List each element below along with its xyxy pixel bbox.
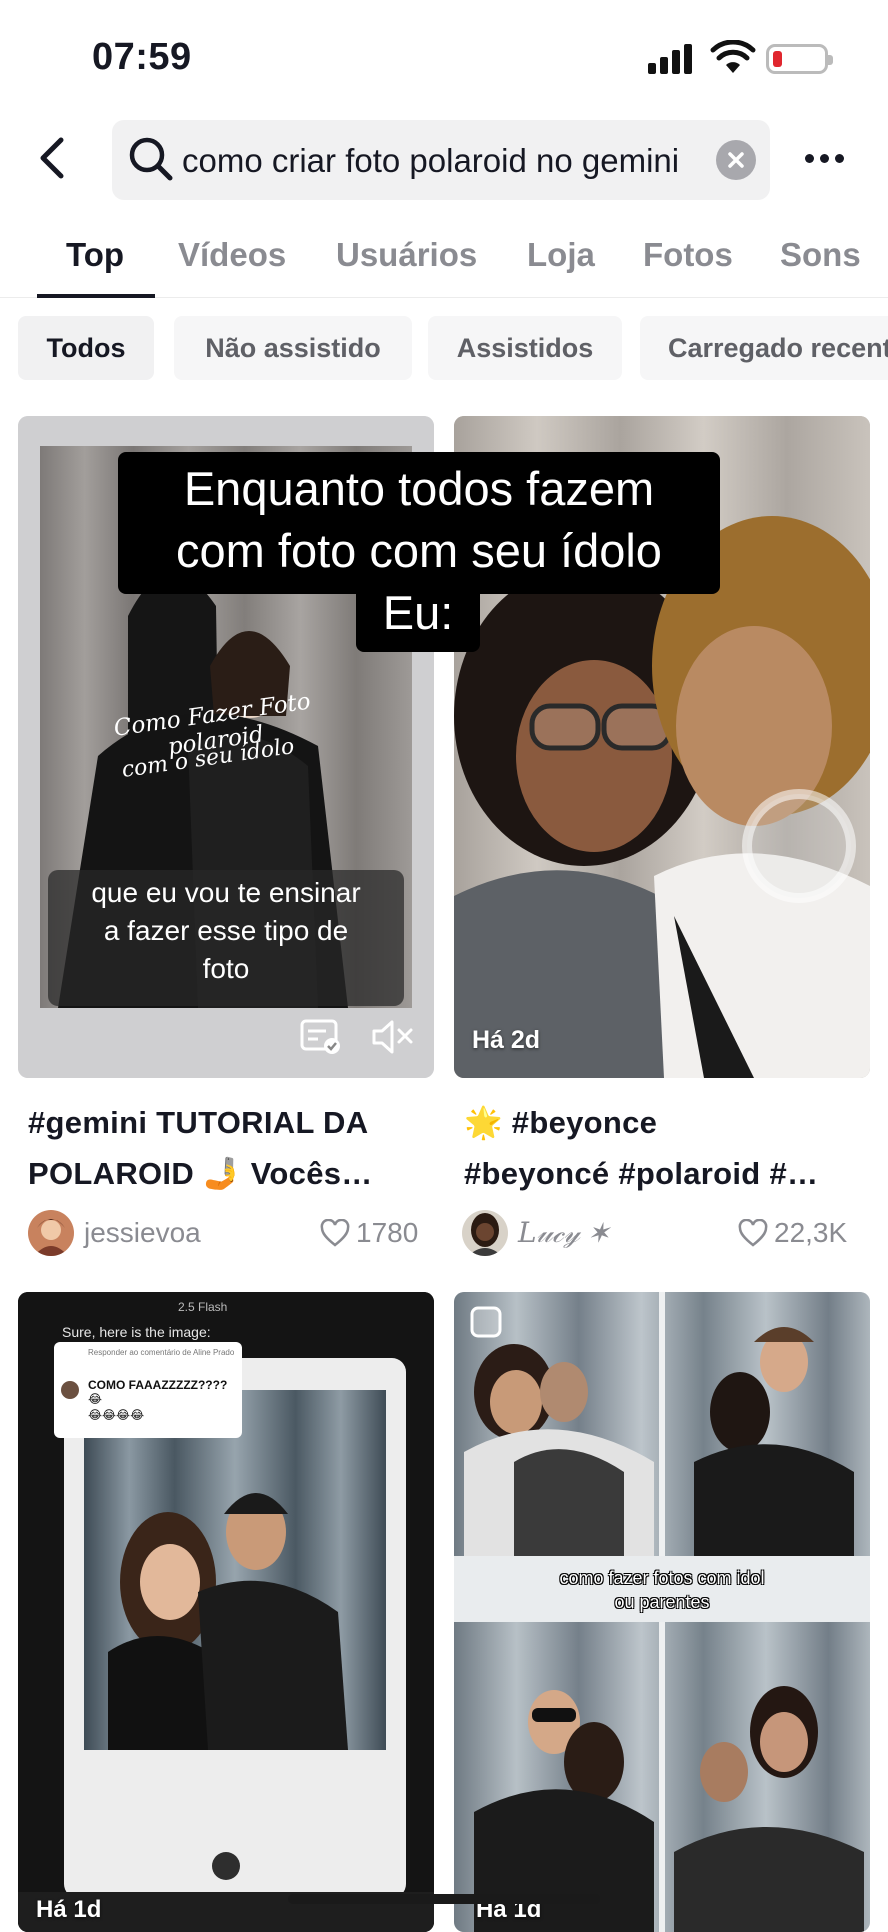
reply-text: COMO FAAAZZZZZ???? 😂 bbox=[88, 1378, 228, 1406]
time-ago: Há 2d bbox=[472, 1026, 541, 1054]
chip-watched[interactable]: Assistidos bbox=[428, 316, 622, 380]
author-name: 𝐿𝓊𝒸𝓎 ✶ bbox=[518, 1216, 609, 1249]
video-caption: como fazer fotos com idol bbox=[559, 1568, 765, 1588]
tab-users[interactable]: Usuários bbox=[336, 236, 477, 274]
dot-icon bbox=[819, 153, 829, 163]
like-count: 1780 bbox=[320, 1217, 418, 1249]
signal-icon bbox=[648, 42, 696, 74]
video-caption: a fazer esse tipo de bbox=[103, 915, 349, 946]
chevron-left-icon bbox=[40, 137, 64, 179]
search-box[interactable] bbox=[112, 120, 770, 200]
author-name: jessievoa bbox=[84, 1217, 201, 1248]
video-caption: ou parentes bbox=[614, 1592, 710, 1612]
video-caption: foto bbox=[202, 953, 250, 984]
reply-emojis: 😂😂😂😂 bbox=[88, 1408, 145, 1422]
search-icon bbox=[129, 137, 173, 181]
overlay-caption: Enquanto todos fazem bbox=[183, 462, 655, 515]
dot-icon bbox=[804, 153, 814, 163]
app-message: Sure, here is the image: bbox=[62, 1324, 211, 1340]
app-label: 2.5 Flash bbox=[178, 1300, 228, 1314]
tab-top[interactable]: Top bbox=[66, 236, 124, 274]
avatar bbox=[28, 1210, 74, 1256]
search-header bbox=[0, 110, 888, 210]
battery-icon bbox=[766, 44, 833, 74]
video-title[interactable]: POLAROID 🤳 Vocês… bbox=[28, 1148, 438, 1199]
like-count: 22,3K bbox=[738, 1217, 847, 1249]
search-input[interactable] bbox=[182, 140, 702, 182]
results-tabs: Top Vídeos Usuários Loja Fotos Sons bbox=[0, 222, 888, 298]
video-title[interactable]: #beyoncé #polaroid #… bbox=[464, 1148, 874, 1199]
dot-icon bbox=[834, 153, 844, 163]
author-link[interactable]: 𝐿𝓊𝒸𝓎 ✶ bbox=[462, 1210, 608, 1256]
heart-icon bbox=[320, 1219, 350, 1247]
close-icon bbox=[728, 152, 744, 168]
avatar bbox=[462, 1210, 508, 1256]
heart-icon bbox=[738, 1219, 768, 1247]
captions-icon[interactable] bbox=[300, 1018, 342, 1056]
reply-label: Responder ao comentário de Aline Prado bbox=[88, 1348, 235, 1357]
tab-videos[interactable]: Vídeos bbox=[178, 236, 286, 274]
tab-shop[interactable]: Loja bbox=[527, 236, 595, 274]
clock: 07:59 bbox=[92, 36, 192, 78]
chip-all[interactable]: Todos bbox=[18, 316, 154, 380]
tab-sounds[interactable]: Sons bbox=[780, 236, 861, 274]
video-title[interactable]: #gemini TUTORIAL DA bbox=[28, 1097, 438, 1148]
overlay-caption: com foto com seu ídolo bbox=[176, 524, 662, 577]
video-card[interactable]: 2.5 Flash Sure, here is the image: Respo… bbox=[18, 1292, 434, 1932]
active-tab-indicator bbox=[37, 294, 155, 298]
overlay-caption: Eu: bbox=[382, 586, 454, 639]
filter-chips: Todos Não assistido Assistidos Carregado… bbox=[0, 316, 888, 380]
more-options-button[interactable] bbox=[796, 130, 852, 186]
chip-recently-uploaded[interactable]: Carregado recentemente bbox=[640, 316, 888, 380]
clear-search-button[interactable] bbox=[716, 140, 756, 180]
video-card[interactable]: como fazer fotos com idol ou parentes Há… bbox=[454, 1292, 870, 1932]
wifi-icon bbox=[710, 40, 756, 73]
like-count-value: 22,3K bbox=[774, 1217, 848, 1248]
video-caption: que eu vou te ensinar bbox=[91, 877, 361, 908]
home-indicator[interactable] bbox=[288, 1894, 600, 1904]
chip-not-watched[interactable]: Não assistido bbox=[174, 316, 412, 380]
author-link[interactable]: jessievoa bbox=[28, 1210, 201, 1256]
mute-icon[interactable] bbox=[370, 1018, 416, 1056]
tab-photos[interactable]: Fotos bbox=[643, 236, 733, 274]
status-bar: 07:59 bbox=[0, 0, 888, 110]
back-button[interactable] bbox=[30, 130, 74, 186]
video-title[interactable]: 🌟 #beyonce bbox=[464, 1097, 874, 1148]
like-count-value: 1780 bbox=[356, 1217, 419, 1248]
